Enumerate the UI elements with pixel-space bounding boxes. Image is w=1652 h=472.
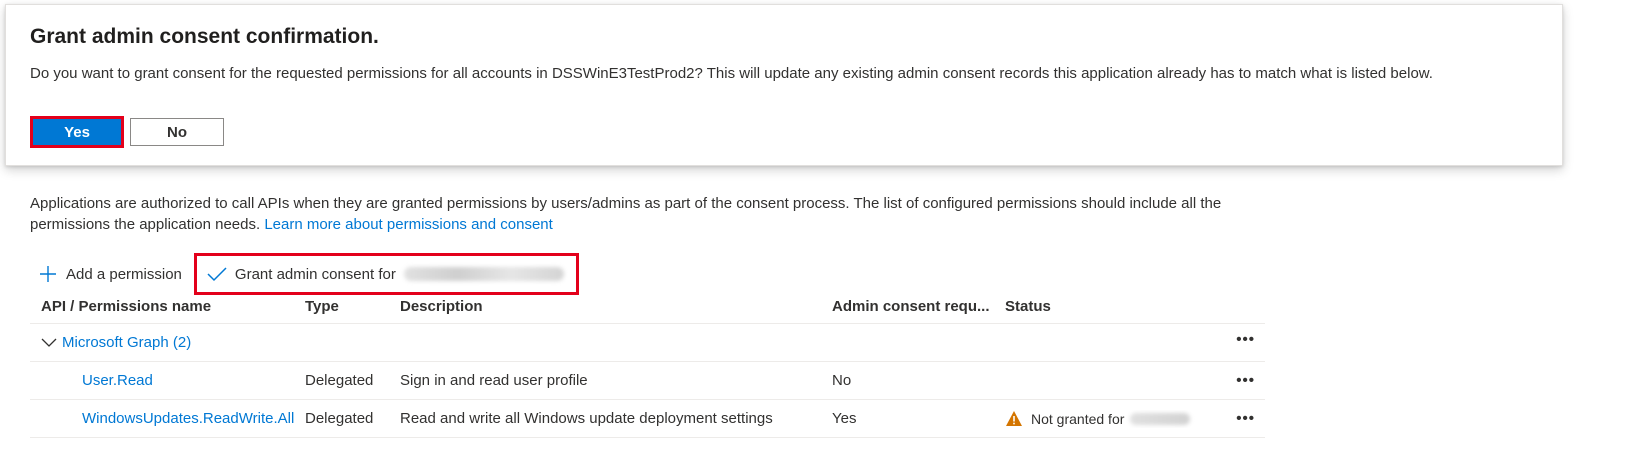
permission-description: Read and write all Windows update deploy… [400, 410, 773, 427]
permission-name-link[interactable]: WindowsUpdates.ReadWrite.All [30, 410, 294, 427]
redacted-tenant-name [1130, 412, 1191, 425]
col-header-status: Status [1005, 298, 1051, 315]
table-row: User.Read Delegated Sign in and read use… [30, 362, 1265, 400]
yes-button[interactable]: Yes [33, 119, 121, 145]
no-button[interactable]: No [130, 118, 224, 146]
intro-text: Applications are authorized to call APIs… [30, 193, 1270, 235]
table-row: WindowsUpdates.ReadWrite.All Delegated R… [30, 400, 1265, 438]
more-actions-icon[interactable]: ••• [1210, 324, 1265, 362]
intro-description: Applications are authorized to call APIs… [30, 195, 1222, 233]
status-text: Not granted for [1031, 410, 1125, 427]
yes-button-highlight: Yes [30, 116, 124, 148]
group-label[interactable]: Microsoft Graph (2) [62, 334, 191, 351]
dialog-buttons: Yes No [30, 116, 224, 148]
col-header-type: Type [305, 298, 339, 315]
checkmark-icon [207, 264, 227, 284]
redacted-tenant-name [403, 267, 564, 281]
chevron-down-icon[interactable] [40, 334, 58, 352]
admin-consent-required: No [832, 372, 852, 389]
col-header-description: Description [400, 298, 483, 315]
plus-icon [38, 264, 58, 284]
permission-description: Sign in and read user profile [400, 372, 588, 389]
permissions-table: API / Permissions name Type Description … [30, 290, 1265, 438]
dialog-title: Grant admin consent confirmation. [30, 25, 379, 48]
more-actions-icon[interactable]: ••• [1210, 372, 1265, 389]
add-permission-label: Add a permission [66, 265, 182, 283]
more-actions-icon[interactable]: ••• [1210, 410, 1265, 427]
grant-consent-dialog: Grant admin consent confirmation. Do you… [5, 4, 1563, 166]
command-bar: Add a permission Grant admin consent for [30, 253, 579, 295]
dialog-message: Do you want to grant consent for the req… [30, 65, 1433, 82]
col-header-admin-consent: Admin consent requ... [832, 298, 990, 315]
group-row-microsoft-graph[interactable]: Microsoft Graph (2) ••• [30, 324, 1265, 362]
grant-admin-consent-button[interactable]: Grant admin consent for [193, 253, 579, 295]
warning-icon [1005, 410, 1023, 428]
add-permission-button[interactable]: Add a permission [30, 254, 190, 294]
permission-status: Not granted for [994, 410, 1210, 428]
learn-more-link[interactable]: Learn more about permissions and consent [264, 216, 553, 233]
permission-type: Delegated [305, 372, 374, 389]
table-header: API / Permissions name Type Description … [30, 290, 1265, 324]
grant-admin-consent-label: Grant admin consent for [234, 265, 396, 283]
permission-name-link[interactable]: User.Read [30, 372, 294, 389]
col-header-name: API / Permissions name [41, 298, 212, 315]
permission-type: Delegated [305, 410, 374, 427]
admin-consent-required: Yes [832, 410, 857, 427]
